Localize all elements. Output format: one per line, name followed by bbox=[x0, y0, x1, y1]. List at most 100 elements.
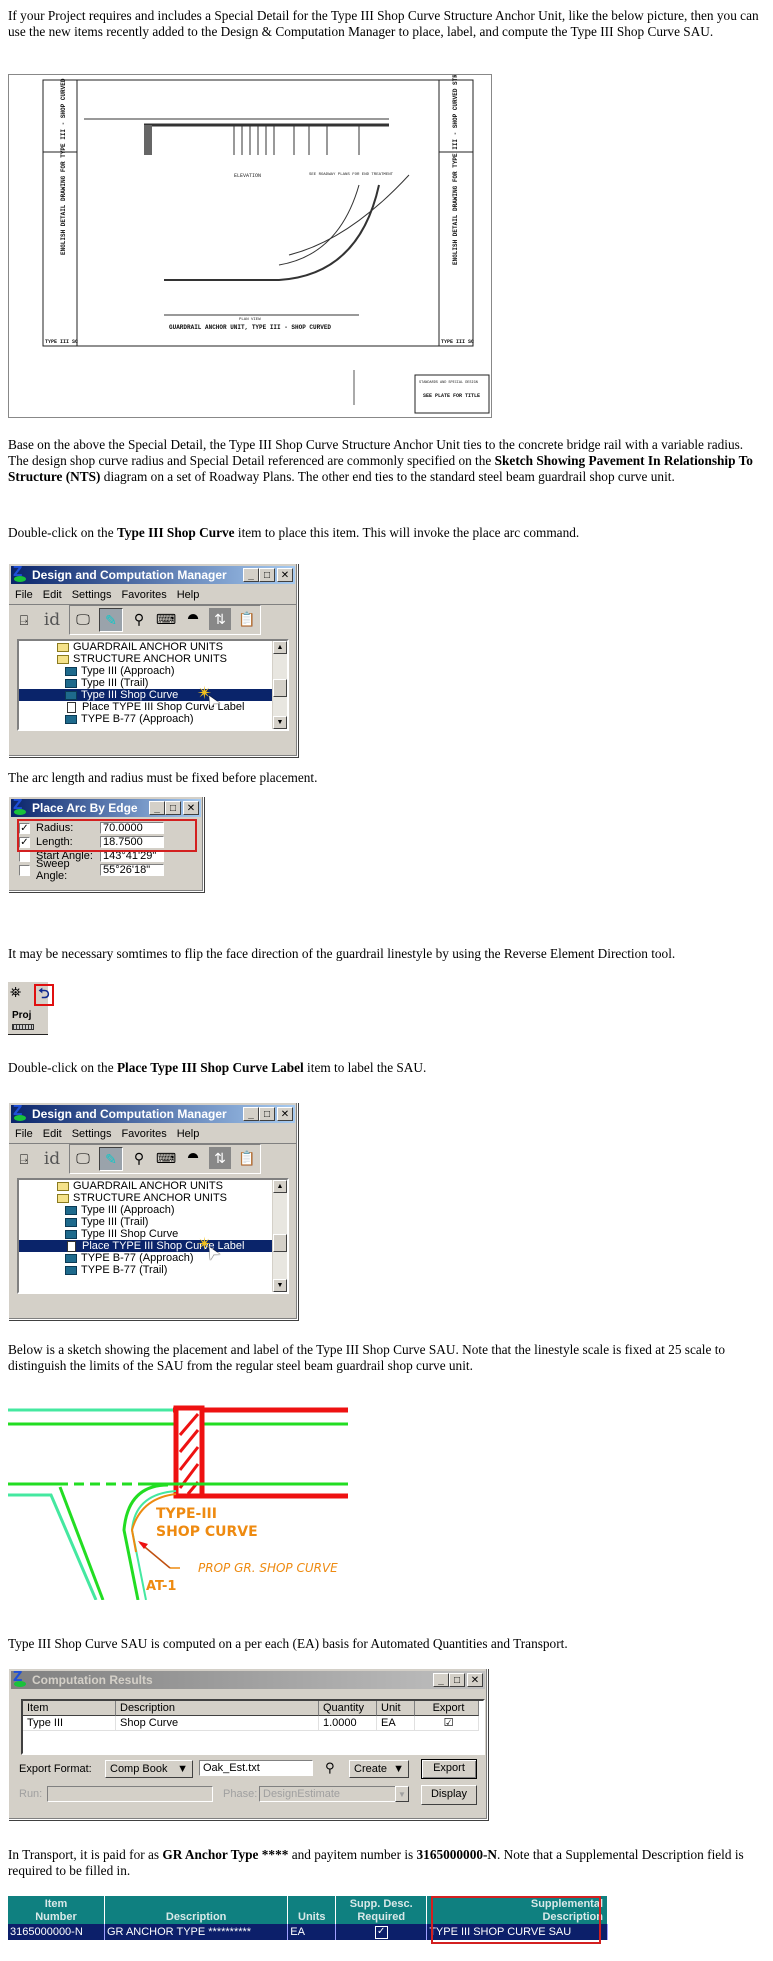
scroll-down-button[interactable]: ▼ bbox=[273, 1279, 287, 1292]
tree-item[interactable]: GUARDRAIL ANCHOR UNITS bbox=[19, 641, 287, 653]
col-quantity[interactable]: Quantity bbox=[319, 1701, 377, 1716]
sort-icon[interactable]: ⇅ bbox=[209, 1147, 231, 1169]
tree-item-label: Type III Shop Curve bbox=[81, 1228, 179, 1240]
plan-view-label: PLAN VIEW bbox=[239, 318, 261, 322]
tree-item[interactable]: Type III (Trail) bbox=[19, 1216, 287, 1228]
maximize-button[interactable]: □ bbox=[259, 568, 275, 582]
menu-help[interactable]: Help bbox=[177, 1128, 200, 1140]
title-block-text: SEE PLATE FOR TITLE bbox=[423, 393, 480, 399]
menu-favorites[interactable]: Favorites bbox=[121, 1128, 166, 1140]
tree-item[interactable]: TYPE B-77 (Trail) bbox=[19, 1264, 287, 1276]
maximize-button[interactable]: □ bbox=[259, 1107, 275, 1121]
file-name-input[interactable]: Oak_Est.txt bbox=[199, 1760, 313, 1776]
ruler-shortcut-icon[interactable]: ⍈ bbox=[13, 609, 35, 631]
title-bar[interactable]: Z Computation Results _ □ ✕ bbox=[11, 1671, 485, 1689]
tree-item[interactable]: Place TYPE III Shop Curve Label bbox=[19, 701, 287, 713]
tree-item[interactable]: Type III (Approach) bbox=[19, 665, 287, 677]
param-value-input[interactable]: 55°26'18" bbox=[100, 864, 164, 876]
vertical-scrollbar[interactable]: ▲ ▼ bbox=[272, 641, 287, 729]
scroll-down-button[interactable]: ▼ bbox=[273, 716, 287, 729]
minimize-button[interactable]: _ bbox=[149, 801, 165, 815]
title-bar[interactable]: Z Place Arc By Edge _ □ ✕ bbox=[11, 799, 201, 817]
label-at-1: AT-1 bbox=[146, 1579, 176, 1594]
tree-item[interactable]: TYPE B-77 (Approach) bbox=[19, 1252, 287, 1264]
scroll-up-button[interactable]: ▲ bbox=[273, 1180, 287, 1193]
item-icon bbox=[65, 690, 77, 700]
tree-item[interactable]: Type III Shop Curve bbox=[19, 1228, 287, 1240]
minimize-button[interactable]: _ bbox=[433, 1673, 449, 1687]
project-tool-icon[interactable]: ⛯ bbox=[10, 986, 21, 1002]
menu-edit[interactable]: Edit bbox=[43, 589, 62, 601]
menu-file[interactable]: File bbox=[15, 589, 33, 601]
vertical-scrollbar[interactable]: ▲ ▼ bbox=[272, 1180, 287, 1292]
bulb-icon[interactable]: ⚲ bbox=[128, 608, 150, 630]
minimize-button[interactable]: _ bbox=[243, 568, 259, 582]
col-export[interactable]: Export bbox=[415, 1701, 479, 1716]
shapes-icon[interactable]: ⯊ bbox=[182, 1147, 204, 1169]
lock-checkbox[interactable] bbox=[19, 864, 30, 876]
display-button[interactable]: Display bbox=[421, 1785, 477, 1805]
minimize-button[interactable]: _ bbox=[243, 1107, 259, 1121]
tree-item[interactable]: Type III (Trail) bbox=[19, 677, 287, 689]
close-button[interactable]: ✕ bbox=[277, 568, 293, 582]
menu-edit[interactable]: Edit bbox=[43, 1128, 62, 1140]
tree-item[interactable]: Place TYPE III Shop Curve Label bbox=[19, 1240, 287, 1252]
tree-item[interactable]: STRUCTURE ANCHOR UNITS bbox=[19, 1192, 287, 1204]
export-button[interactable]: Export bbox=[421, 1759, 477, 1779]
col-unit[interactable]: Unit bbox=[377, 1701, 415, 1716]
close-button[interactable]: ✕ bbox=[277, 1107, 293, 1121]
clipboard-icon[interactable]: 📋 bbox=[236, 608, 258, 630]
scroll-up-button[interactable]: ▲ bbox=[273, 641, 287, 654]
id-icon[interactable]: id bbox=[41, 1148, 63, 1170]
label-type-iii: TYPE-III bbox=[156, 1506, 217, 1522]
menu-favorites[interactable]: Favorites bbox=[121, 589, 166, 601]
menu-settings[interactable]: Settings bbox=[72, 1128, 112, 1140]
menu-help[interactable]: Help bbox=[177, 589, 200, 601]
computation-results-window: Z Computation Results _ □ ✕ Item Descripti… bbox=[8, 1668, 488, 1820]
app-icon: Z bbox=[13, 799, 29, 815]
orange-sau-curve bbox=[130, 1493, 177, 1553]
scroll-thumb[interactable] bbox=[273, 1234, 287, 1252]
tree-item[interactable]: Type III (Approach) bbox=[19, 1204, 287, 1216]
draw-pencil-icon[interactable]: ✎ bbox=[99, 608, 123, 632]
tree-item[interactable]: STRUCTURE ANCHOR UNITS bbox=[19, 653, 287, 665]
menu-file[interactable]: File bbox=[15, 1128, 33, 1140]
tree-item[interactable]: TYPE B-77 (Approach) bbox=[19, 713, 287, 725]
ruler-shortcut-icon[interactable]: ⍈ bbox=[13, 1148, 35, 1170]
tree-item-label: GUARDRAIL ANCHOR UNITS bbox=[73, 1180, 223, 1192]
id-icon[interactable]: id bbox=[41, 609, 63, 631]
menu-bar: File Edit Settings Favorites Help bbox=[9, 586, 297, 605]
item-icon bbox=[65, 678, 77, 688]
menu-settings[interactable]: Settings bbox=[72, 589, 112, 601]
maximize-button[interactable]: □ bbox=[449, 1673, 465, 1687]
lock-checkbox[interactable] bbox=[19, 850, 30, 862]
reverse-element-direction-icon[interactable]: ⮌ bbox=[34, 984, 54, 1006]
draw-pencil-icon[interactable]: ✎ bbox=[99, 1147, 123, 1171]
maximize-button[interactable]: □ bbox=[165, 801, 181, 815]
close-button[interactable]: ✕ bbox=[183, 801, 199, 815]
close-button[interactable]: ✕ bbox=[467, 1673, 483, 1687]
title-bar[interactable]: Z Design and Computation Manager _ □ ✕ bbox=[11, 566, 295, 584]
sort-icon[interactable]: ⇅ bbox=[209, 608, 231, 630]
keyboard-icon[interactable]: ⌨ bbox=[155, 1147, 177, 1169]
monitor-icon[interactable]: 🖵 bbox=[72, 1147, 94, 1169]
sketch-note: Below is a sketch showing the placement … bbox=[8, 1342, 726, 1373]
item-icon bbox=[65, 1253, 77, 1263]
tree-item[interactable]: GUARDRAIL ANCHOR UNITS bbox=[19, 1180, 287, 1192]
clipboard-icon[interactable]: 📋 bbox=[236, 1147, 258, 1169]
tree-item[interactable]: Type III Shop Curve bbox=[19, 689, 287, 701]
search-icon[interactable]: ⚲ bbox=[325, 1760, 335, 1776]
shapes-icon[interactable]: ⯊ bbox=[182, 608, 204, 630]
table-row[interactable]: Type III Shop Curve 1.0000 EA ☑ bbox=[23, 1716, 483, 1731]
keyboard-icon[interactable]: ⌨ bbox=[155, 608, 177, 630]
create-dropdown[interactable]: Create ▼ bbox=[349, 1760, 409, 1778]
supp-required-checkbox[interactable]: ✓ bbox=[335, 1924, 428, 1940]
export-format-dropdown[interactable]: Comp Book ▼ bbox=[105, 1760, 193, 1778]
col-description[interactable]: Description bbox=[116, 1701, 319, 1716]
bulb-icon[interactable]: ⚲ bbox=[128, 1147, 150, 1169]
title-bar[interactable]: Z Design and Computation Manager _ □ ✕ bbox=[11, 1105, 295, 1123]
col-item[interactable]: Item bbox=[23, 1701, 116, 1716]
scroll-thumb[interactable] bbox=[273, 679, 287, 697]
export-checkbox[interactable]: ☑ bbox=[415, 1716, 479, 1731]
monitor-icon[interactable]: 🖵 bbox=[72, 608, 94, 630]
